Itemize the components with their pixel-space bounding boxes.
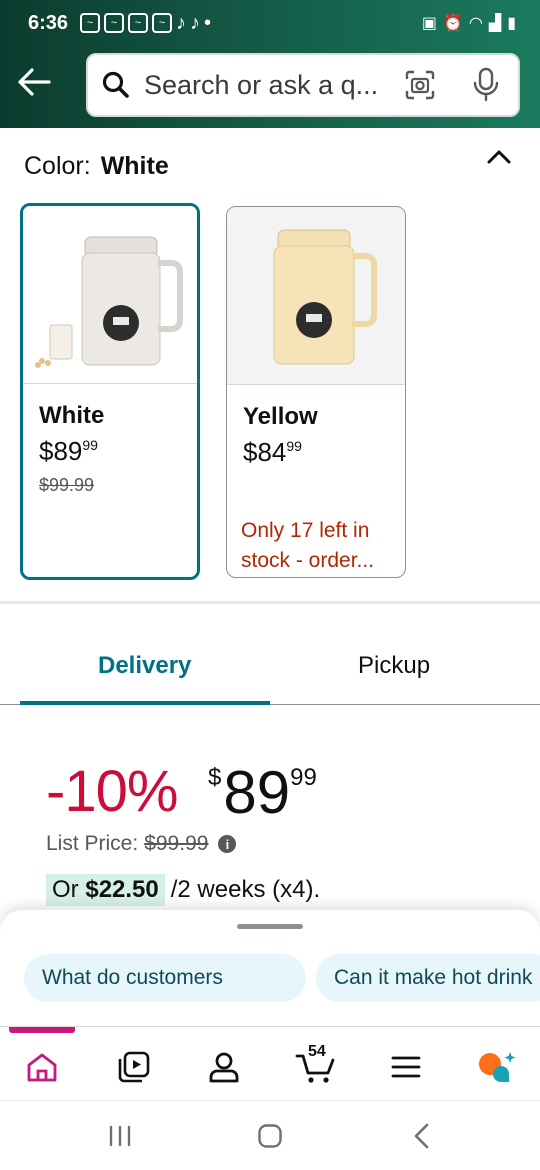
battery-saver-icon: ▣: [421, 15, 437, 32]
home-system-button[interactable]: [250, 1121, 290, 1151]
nav-cart[interactable]: 54: [294, 1043, 340, 1087]
option-list-price: $99.99: [39, 475, 95, 495]
notification-icons: ~ ~ ~ ~ ♪ ♪ •: [80, 12, 211, 35]
recent-apps-icon: [109, 1125, 131, 1147]
price: $8999: [208, 758, 317, 827]
sheet-drag-handle[interactable]: [237, 924, 303, 929]
notification-icon: ~: [104, 13, 125, 33]
price-currency: $: [208, 764, 222, 791]
nav-videos[interactable]: [114, 1047, 154, 1087]
price-cents: 99: [290, 764, 317, 791]
product-image-white: [23, 206, 197, 384]
installment-pill: Or $22.50: [46, 874, 165, 906]
status-time: 6:36: [28, 11, 69, 34]
color-option-yellow[interactable]: Yellow $8499 Only 17 left in stock - ord…: [226, 206, 406, 578]
battery-icon: ▮: [507, 15, 516, 32]
tab-pickup[interactable]: Pickup: [358, 652, 430, 680]
camera-search-button[interactable]: [404, 69, 436, 106]
installment-amount: $22.50: [85, 876, 159, 903]
rufus-suggestion-sheet: What do customers Can it make hot drink: [0, 910, 540, 1030]
signal-icon: ▟: [488, 15, 502, 32]
color-option-white[interactable]: White $8999 $99.99: [20, 203, 200, 580]
video-icon: [118, 1051, 150, 1083]
active-tab-indicator: [20, 701, 270, 705]
back-arrow-icon: [18, 68, 51, 96]
option-name: Yellow: [243, 403, 318, 430]
option-stock-warning: Only 17 left in stock - order...: [241, 519, 375, 572]
color-selector-label: Color: White: [24, 152, 169, 181]
nav-menu[interactable]: [386, 1047, 426, 1087]
notification-icon: ~: [152, 13, 173, 33]
camera-scan-icon: [405, 70, 435, 100]
installment-or: Or: [52, 876, 79, 903]
recent-apps-button[interactable]: [100, 1121, 140, 1151]
soy-milk-maker-white-image: [35, 236, 183, 368]
cart-count: 54: [308, 1043, 326, 1060]
wifi-icon: ◠: [468, 15, 483, 32]
list-price-value: $99.99: [144, 832, 209, 855]
nav-home[interactable]: [22, 1047, 62, 1087]
soy-milk-maker-yellow-image: [273, 229, 377, 364]
back-button[interactable]: [14, 62, 54, 102]
chevron-up-icon: [487, 150, 511, 164]
notification-icon: ~: [128, 13, 149, 33]
nav-account[interactable]: [204, 1047, 244, 1087]
home-icon: [27, 1053, 57, 1082]
option-price-cents: 99: [82, 437, 98, 453]
installment-terms: /2 weeks (x4).: [170, 876, 321, 903]
option-price-dollars: $89: [39, 436, 83, 466]
rufus-assistant-icon: [479, 1052, 516, 1082]
suggestion-chip[interactable]: What do customers: [24, 954, 306, 1002]
price-dollars: 89: [223, 759, 291, 826]
notification-icon: ~: [80, 13, 101, 33]
tiktok-icon: ♪: [190, 11, 201, 34]
chevron-left-icon: [414, 1123, 429, 1149]
dot-icon: •: [204, 11, 212, 34]
bottom-navigation: 54: [0, 1026, 540, 1100]
tab-delivery[interactable]: Delivery: [98, 652, 191, 680]
tiktok-icon: ♪: [176, 11, 187, 34]
discount-percent: -10%: [46, 759, 178, 824]
search-bar[interactable]: Search or ask a q...: [86, 53, 520, 117]
back-system-button[interactable]: [402, 1121, 442, 1151]
microphone-icon: [473, 67, 499, 102]
system-navigation-bar: [0, 1100, 540, 1170]
color-label: Color:: [24, 152, 91, 180]
home-square-icon: [258, 1124, 282, 1148]
installment-row[interactable]: Or $22.50 /2 weeks (x4).: [46, 874, 320, 906]
collapse-button[interactable]: [486, 146, 512, 171]
option-price: $8999: [39, 436, 197, 467]
option-name: White: [39, 402, 105, 429]
list-price-label: List Price:: [46, 832, 139, 855]
option-price-cents: 99: [286, 438, 302, 454]
user-icon: [209, 1052, 239, 1083]
nav-rufus[interactable]: [476, 1047, 516, 1087]
option-price-dollars: $84: [243, 437, 287, 467]
suggestion-chip[interactable]: Can it make hot drink: [316, 954, 540, 1002]
search-input[interactable]: Search or ask a q...: [144, 70, 394, 101]
alarm-icon: ⏰: [442, 15, 463, 32]
selected-color: White: [100, 152, 169, 180]
section-divider: [0, 601, 540, 604]
active-nav-indicator: [9, 1027, 75, 1033]
option-price: $8499: [243, 437, 405, 468]
menu-icon: [391, 1056, 421, 1078]
voice-search-button[interactable]: [472, 67, 500, 108]
list-price-row: List Price: $99.99 i: [46, 832, 237, 856]
status-bar: 6:36 ~ ~ ~ ~ ♪ ♪ • ▣ ⏰ ◠ ▟ ▮: [28, 8, 516, 38]
app-header: 6:36 ~ ~ ~ ~ ♪ ♪ • ▣ ⏰ ◠ ▟ ▮ Search or a…: [0, 0, 540, 128]
product-image-yellow: [227, 207, 405, 385]
info-icon[interactable]: i: [218, 835, 237, 853]
search-icon: [102, 71, 129, 98]
system-icons: ▣ ⏰ ◠ ▟ ▮: [422, 13, 516, 33]
